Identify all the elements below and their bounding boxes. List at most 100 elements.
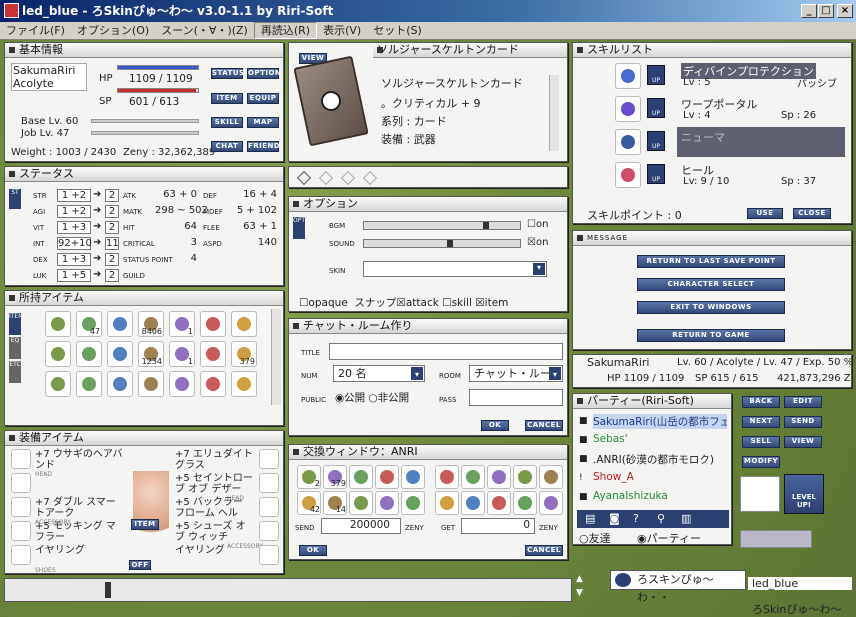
inventory-item[interactable]: 47 xyxy=(76,311,102,337)
skill-row[interactable]: ニューマ xyxy=(677,127,845,157)
room-title-input[interactable] xyxy=(329,343,563,360)
party-back-button[interactable]: BACK xyxy=(742,396,780,408)
inventory-item[interactable]: 1 xyxy=(169,311,195,337)
password-input[interactable] xyxy=(469,389,563,406)
equip-slot-icon[interactable] xyxy=(259,545,279,565)
skill-row[interactable]: ワープポータル Lv : 4 Sp : 26 xyxy=(677,94,845,124)
trade-my-item[interactable] xyxy=(401,491,425,515)
chatroom-ok-button[interactable]: OK xyxy=(481,420,509,431)
status-title[interactable]: ステータス xyxy=(5,167,283,182)
trade-their-item[interactable] xyxy=(461,465,485,489)
public-radio[interactable]: ◉公開 ○非公開 xyxy=(335,390,409,405)
arrow-icon[interactable]: ➜ xyxy=(93,205,101,216)
close-button[interactable]: × xyxy=(837,4,853,18)
inventory-item[interactable] xyxy=(76,341,102,367)
trade-my-item[interactable] xyxy=(375,465,399,489)
inventory-item[interactable] xyxy=(45,311,71,337)
card-slot-icon[interactable] xyxy=(362,170,378,186)
attack-checkbox[interactable]: attack xyxy=(406,297,439,309)
trade-their-item[interactable] xyxy=(487,465,511,489)
party-sell-button[interactable]: SELL xyxy=(742,436,780,448)
room-type-select[interactable]: チャット・ルー ▾ xyxy=(469,365,563,382)
option-title[interactable]: オプション xyxy=(289,197,567,212)
opaque-checkbox[interactable]: opaque xyxy=(308,297,347,309)
inventory-item[interactable] xyxy=(45,371,71,397)
trade-my-item[interactable]: 42 xyxy=(297,491,321,515)
inventory-item[interactable] xyxy=(76,371,102,397)
equip-slot-icon[interactable] xyxy=(11,449,31,469)
inventory-title[interactable]: 所持アイテム xyxy=(5,291,283,306)
item-button[interactable]: ITEM xyxy=(211,93,243,104)
skill-up-button[interactable]: UP xyxy=(647,98,665,118)
status-tab-st[interactable]: ST xyxy=(9,189,21,209)
party-member-name[interactable]: SakumaRiri(山岳の都市フェ xyxy=(593,414,727,429)
trade-title[interactable]: 交換ウィンドウ：ANRI xyxy=(289,445,567,460)
trade-their-item[interactable] xyxy=(513,491,537,515)
party-radio[interactable]: ◉パーティー xyxy=(637,530,701,546)
chatroom-title[interactable]: チャット・ルーム作り xyxy=(289,319,567,334)
skill-button[interactable]: SKILL xyxy=(211,117,243,128)
inventory-item[interactable]: 1234 xyxy=(138,341,164,367)
equip-slot-icon[interactable] xyxy=(11,545,31,565)
party-member-name[interactable]: AyanaIshizuka xyxy=(593,490,727,502)
maximize-button[interactable]: □ xyxy=(818,4,834,18)
inventory-item[interactable]: 8406 xyxy=(138,311,164,337)
option-button[interactable]: OPTION xyxy=(247,68,281,79)
inventory-item[interactable] xyxy=(138,371,164,397)
inventory-item[interactable]: 1 xyxy=(169,341,195,367)
chat-button[interactable]: CHAT xyxy=(211,141,243,152)
trade-their-item[interactable] xyxy=(461,491,485,515)
equip-off-button[interactable]: OFF xyxy=(129,560,151,570)
skill-use-button[interactable]: USE xyxy=(747,208,783,219)
equip-slot-icon[interactable] xyxy=(259,497,279,517)
bgm-slider[interactable] xyxy=(363,221,521,230)
inventory-item[interactable] xyxy=(107,371,133,397)
equip-item-button[interactable]: ITEM xyxy=(131,519,159,530)
arrow-icon[interactable]: ➜ xyxy=(93,237,101,248)
party-modify-button[interactable]: MODIFY xyxy=(742,456,780,468)
trade-their-item[interactable] xyxy=(435,491,459,515)
trade-my-item[interactable] xyxy=(349,465,373,489)
party-chat-icon[interactable]: ◙ xyxy=(609,512,620,525)
skill-checkbox[interactable]: skill xyxy=(452,297,472,309)
party-edit-button[interactable]: EDIT xyxy=(784,396,822,408)
inventory-item[interactable] xyxy=(231,311,257,337)
skill-icon[interactable] xyxy=(615,63,641,89)
inventory-item[interactable] xyxy=(107,311,133,337)
message-title[interactable]: MESSAGE xyxy=(573,231,851,246)
equipment-title[interactable]: 装備アイテム xyxy=(5,431,283,446)
party-member-name[interactable]: .ANRI(砂漠の都市モロク) xyxy=(593,452,727,467)
menu-option[interactable]: オプション(O) xyxy=(71,22,155,40)
sound-slider[interactable] xyxy=(363,239,521,248)
skill-up-button[interactable]: UP xyxy=(647,164,665,184)
trade-their-item[interactable] xyxy=(539,465,563,489)
equip-slot-icon[interactable] xyxy=(259,521,279,541)
skill-icon[interactable] xyxy=(615,162,641,188)
map-button[interactable]: MAP xyxy=(247,117,279,128)
menu-file[interactable]: ファイル(F) xyxy=(0,22,71,40)
help-icon[interactable]: ? xyxy=(633,512,639,525)
skin-select[interactable]: ▾ xyxy=(363,261,547,277)
menu-soon[interactable]: スーン(・∀・)(Z) xyxy=(155,22,254,40)
inventory-tab-item[interactable]: ITEM xyxy=(9,313,23,335)
equip-slot-icon[interactable] xyxy=(259,473,279,493)
menu-view[interactable]: 表示(V) xyxy=(317,22,367,40)
equip-slot-icon[interactable] xyxy=(11,497,31,517)
equip-button[interactable]: EQUIP xyxy=(247,93,279,104)
chevron-up-icon[interactable]: ▲ xyxy=(576,574,586,584)
party-member-name[interactable]: Show_A xyxy=(593,471,727,483)
trade-their-item[interactable] xyxy=(487,491,511,515)
arrow-icon[interactable]: ➜ xyxy=(93,253,101,264)
menu-reload[interactable]: 再読込(R) xyxy=(253,22,318,39)
num-select[interactable]: 20 名 ▾ xyxy=(333,365,425,382)
return-save-point-button[interactable]: RETURN TO LAST SAVE POINT xyxy=(637,255,785,268)
bgm-on-checkbox[interactable]: ☐on xyxy=(527,219,548,230)
skill-row[interactable]: ヒール Lv: 9 / 10 Sp : 37 xyxy=(677,160,845,190)
trade-ok-button[interactable]: OK xyxy=(299,545,327,556)
party-title[interactable]: パーティー(Riri-Soft) xyxy=(573,394,731,409)
item-checkbox[interactable]: item xyxy=(485,297,509,309)
inventory-item[interactable] xyxy=(45,341,71,367)
arrow-icon[interactable]: ➜ xyxy=(93,269,101,280)
card-scrollbar[interactable] xyxy=(549,75,559,151)
trade-their-item[interactable] xyxy=(435,465,459,489)
